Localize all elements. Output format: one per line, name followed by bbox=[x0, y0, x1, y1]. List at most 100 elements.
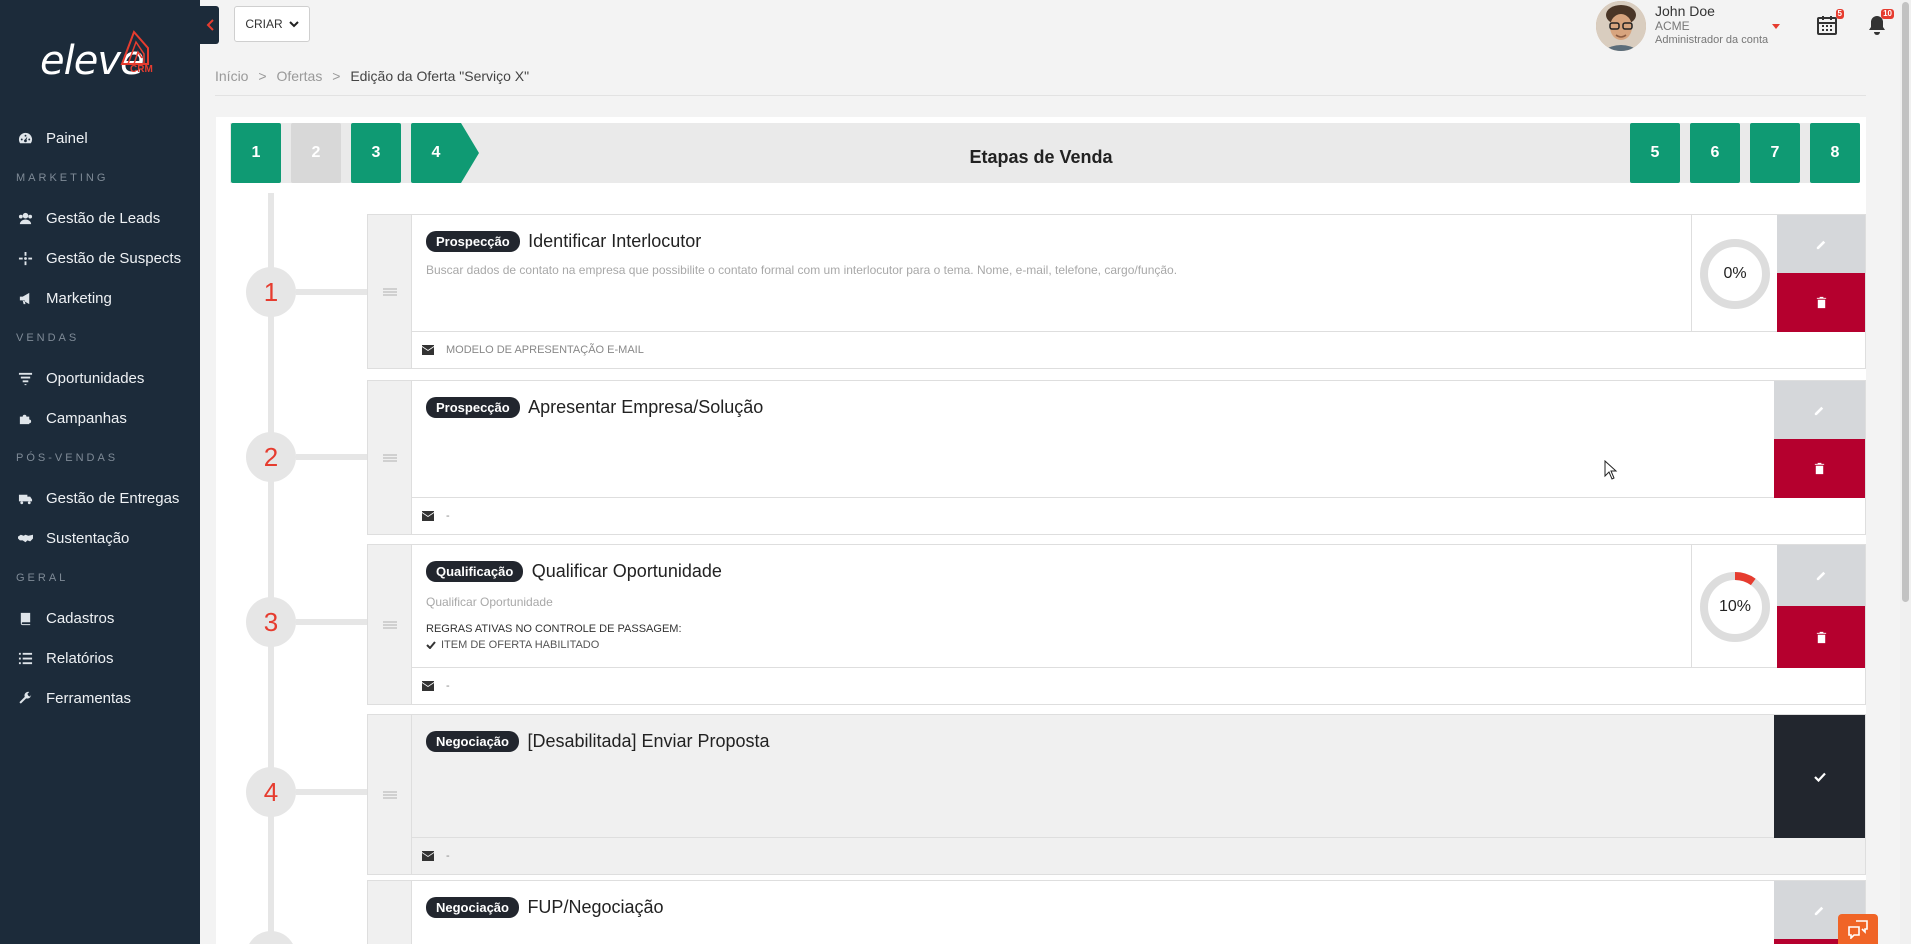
sidebar-collapse-button[interactable] bbox=[200, 6, 219, 44]
breadcrumb: Início > Ofertas > Edição da Oferta "Ser… bbox=[215, 68, 535, 84]
progress-label: 10% bbox=[1718, 597, 1752, 615]
activity-stage-tag: Negociação bbox=[426, 731, 519, 752]
stage-step-7[interactable]: 7 bbox=[1750, 123, 1800, 183]
megaphone-icon bbox=[18, 291, 46, 306]
check-icon bbox=[426, 641, 436, 649]
timeline-step-5 bbox=[246, 931, 296, 944]
book-icon bbox=[18, 611, 46, 626]
sidebar-section-geral: GERAL bbox=[16, 572, 69, 584]
envelope-icon bbox=[422, 345, 434, 355]
sidebar-item-label: Ferramentas bbox=[46, 689, 132, 707]
timeline-step-2: 2 bbox=[246, 432, 296, 482]
edit-button[interactable] bbox=[1774, 381, 1865, 439]
user-name: John Doe bbox=[1655, 3, 1715, 19]
page-scrollbar[interactable] bbox=[1900, 0, 1911, 944]
brand-logo[interactable]: eleve CRM bbox=[38, 26, 158, 84]
sidebar-item-relatorios[interactable]: Relatórios bbox=[0, 638, 200, 678]
edit-button[interactable] bbox=[1777, 545, 1865, 606]
drag-handle-icon bbox=[382, 453, 397, 462]
email-template-label[interactable]: MODELO DE APRESENTAÇÃO E-MAIL bbox=[446, 344, 644, 356]
sidebar-item-label: Sustentação bbox=[46, 529, 130, 547]
sidebar-item-marketing[interactable]: Marketing bbox=[0, 278, 200, 318]
activity-title: Qualificar Oportunidade bbox=[531, 561, 722, 581]
stage-step-8[interactable]: 8 bbox=[1810, 123, 1860, 183]
sidebar-item-gestao-de-entregas[interactable]: Gestão de Entregas bbox=[0, 478, 200, 518]
envelope-icon bbox=[422, 511, 434, 521]
drag-handle[interactable] bbox=[368, 715, 412, 874]
calendar-button[interactable]: 5 bbox=[1816, 9, 1844, 38]
topbar: CRIAR John Doe ACME Administrador da con… bbox=[200, 0, 1911, 52]
sidebar-item-label: Cadastros bbox=[46, 609, 115, 627]
breadcrumb-offers[interactable]: Ofertas bbox=[276, 68, 322, 84]
check-icon bbox=[1813, 772, 1826, 782]
avatar bbox=[1596, 1, 1646, 51]
dashboard-icon bbox=[18, 131, 46, 146]
activity-card: Negociação FUP/Negociação bbox=[367, 880, 1866, 944]
sidebar-item-label: Gestão de Leads bbox=[46, 209, 161, 227]
drag-handle[interactable] bbox=[368, 381, 412, 534]
sidebar-item-campanhas[interactable]: Campanhas bbox=[0, 398, 200, 438]
user-menu[interactable]: John Doe ACME Administrador da conta bbox=[1596, 0, 1796, 52]
drag-handle[interactable] bbox=[368, 215, 412, 368]
delete-button[interactable] bbox=[1777, 273, 1865, 332]
users-icon bbox=[18, 211, 46, 226]
activity-stage-tag: Qualificação bbox=[426, 561, 524, 582]
sidebar-item-painel[interactable]: Painel bbox=[0, 118, 200, 158]
breadcrumb-current: Edição da Oferta "Serviço X" bbox=[350, 68, 530, 84]
notifications-button[interactable]: 10 bbox=[1866, 9, 1894, 38]
brand-suffix: CRM bbox=[130, 64, 153, 75]
sales-stages-title: Etapas de Venda bbox=[969, 147, 1113, 167]
timeline-step-1: 1 bbox=[246, 267, 296, 317]
timeline-step-3: 3 bbox=[246, 597, 296, 647]
sales-stages-bar: 1 2 3 4 Etapas de Venda 5 6 7 8 bbox=[216, 117, 1866, 193]
sidebar-item-label: Marketing bbox=[46, 289, 112, 307]
sidebar-item-gestao-de-suspects[interactable]: Gestão de Suspects bbox=[0, 238, 200, 278]
sidebar-section-vendas: VENDAS bbox=[16, 332, 80, 344]
sidebar-item-label: Oportunidades bbox=[46, 369, 145, 387]
stage-step-6[interactable]: 6 bbox=[1690, 123, 1740, 183]
sidebar-item-oportunidades[interactable]: Oportunidades bbox=[0, 358, 200, 398]
breadcrumb-home[interactable]: Início bbox=[215, 68, 248, 84]
wrench-icon bbox=[18, 691, 46, 706]
sidebar-item-label: Painel bbox=[46, 129, 88, 147]
create-button-label: CRIAR bbox=[245, 17, 283, 31]
edit-button[interactable] bbox=[1777, 215, 1865, 273]
chat-icon bbox=[1848, 920, 1868, 939]
drag-handle-icon bbox=[382, 790, 397, 799]
activity-footer: - bbox=[412, 838, 1865, 874]
brand-mark-icon bbox=[120, 30, 149, 65]
drag-handle-icon bbox=[382, 287, 397, 296]
passage-rules: REGRAS ATIVAS NO CONTROLE DE PASSAGEM: I… bbox=[426, 623, 682, 651]
scrollbar-thumb[interactable] bbox=[1902, 2, 1909, 602]
delete-button[interactable] bbox=[1774, 439, 1865, 498]
stage-step-5[interactable]: 5 bbox=[1630, 123, 1680, 183]
activity-progress: 0% bbox=[1691, 215, 1778, 332]
pencil-icon bbox=[1816, 571, 1825, 581]
sidebar-item-ferramentas[interactable]: Ferramentas bbox=[0, 678, 200, 718]
drag-handle[interactable] bbox=[368, 881, 412, 944]
sidebar-item-sustentacao[interactable]: Sustentação bbox=[0, 518, 200, 558]
progress-label: 0% bbox=[1723, 264, 1747, 282]
breadcrumb-separator: > bbox=[332, 68, 341, 84]
calendar-icon bbox=[1817, 16, 1837, 35]
trash-icon bbox=[1816, 631, 1826, 643]
sidebar-item-gestao-de-leads[interactable]: Gestão de Leads bbox=[0, 198, 200, 238]
chat-button[interactable] bbox=[1838, 914, 1878, 944]
sidebar-item-cadastros[interactable]: Cadastros bbox=[0, 598, 200, 638]
envelope-icon bbox=[422, 681, 434, 691]
activity-title: [Desabilitada] Enviar Proposta bbox=[527, 731, 770, 751]
drag-handle[interactable] bbox=[368, 545, 412, 704]
passage-rules-title: REGRAS ATIVAS NO CONTROLE DE PASSAGEM: bbox=[426, 623, 682, 635]
passage-rule-item: ITEM DE OFERTA HABILITADO bbox=[441, 639, 600, 651]
delete-button[interactable] bbox=[1777, 606, 1865, 668]
crosshair-icon bbox=[18, 251, 46, 266]
activity-progress: 10% bbox=[1691, 545, 1778, 668]
timeline-step-4: 4 bbox=[246, 767, 296, 817]
trash-icon bbox=[1814, 462, 1825, 475]
create-button[interactable]: CRIAR bbox=[234, 6, 310, 42]
activity-description: Qualificar Oportunidade bbox=[426, 595, 553, 609]
enable-button[interactable] bbox=[1774, 715, 1865, 838]
email-template-label: - bbox=[446, 510, 450, 522]
sidebar-item-label: Relatórios bbox=[46, 649, 114, 667]
sidebar: eleve CRM Painel MARKETING Gestão de Lea… bbox=[0, 0, 200, 944]
